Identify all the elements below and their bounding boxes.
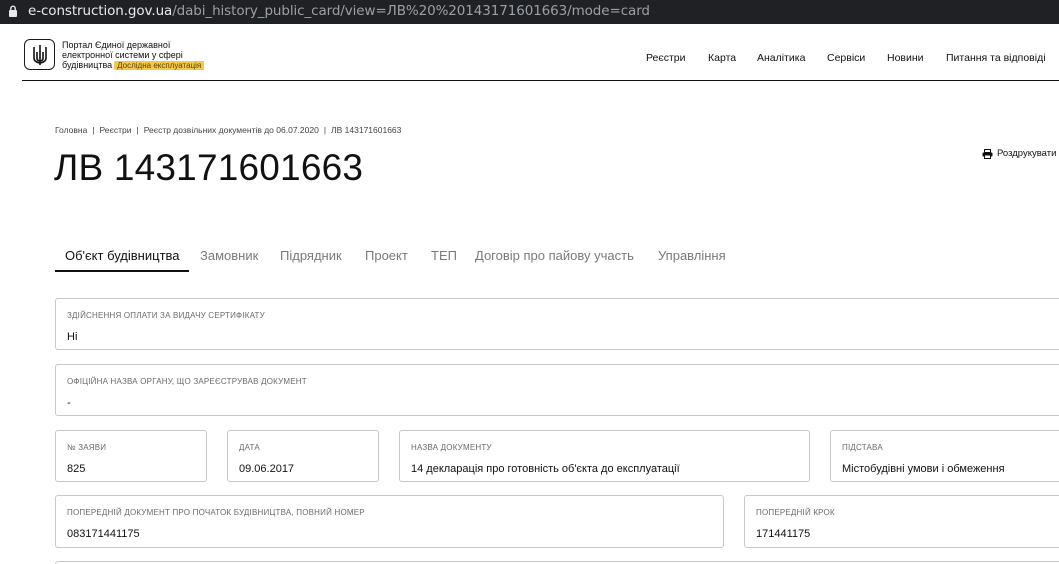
field-document-name: Назва документу 14 декларація про готовн… [399, 430, 810, 482]
field-label: Назва документу [411, 443, 492, 452]
breadcrumb-separator: | [136, 125, 139, 135]
field-value: 083171441175 [67, 528, 140, 540]
tab-contractor[interactable]: Підрядник [280, 244, 342, 268]
nav-item-news[interactable]: Новини [887, 51, 924, 65]
nav-item-map[interactable]: Карта [708, 51, 736, 65]
field-basis: Підстава Містобудівні умови і обмеження [830, 430, 1059, 482]
field-value: 171441175 [756, 528, 811, 540]
breadcrumb-separator: | [92, 125, 95, 135]
breadcrumb-registries[interactable]: Реєстри [100, 125, 132, 135]
field-value: - [67, 397, 71, 409]
field-label: Попередній документ про початок будівниц… [67, 508, 365, 517]
lock-icon [9, 5, 17, 17]
field-label: Підстава [842, 443, 883, 452]
breadcrumb-current: ЛВ 143171601663 [331, 125, 402, 135]
field-value: 14 декларація про готовність об'єкта до … [411, 463, 680, 475]
print-label: Роздрукувати [997, 148, 1057, 159]
field-value: Ні [67, 331, 78, 343]
nav-item-faq[interactable]: Питання та відповіді [946, 51, 1046, 65]
field-label: Офіційна назва органу, що зареєстрував д… [67, 377, 307, 386]
field-label: Дата [239, 443, 260, 452]
tab-tep[interactable]: ТЕП [431, 244, 457, 268]
url-host: e-construction.gov.ua [28, 3, 173, 19]
field-value: 09.06.2017 [239, 463, 295, 475]
field-previous-document: Попередній документ про початок будівниц… [55, 495, 724, 548]
tab-equity-agreement[interactable]: Договір про пайову участь [475, 244, 634, 268]
breadcrumb-separator: | [323, 125, 327, 135]
field-label: Здійснення оплати за видачу сертифікату [67, 311, 265, 320]
nav-item-registries[interactable]: Реєстри [646, 51, 686, 65]
field-label: Попередній крок [756, 508, 835, 517]
url-text[interactable]: e-construction.gov.ua/dabi_history_publi… [28, 2, 650, 20]
printer-icon [982, 148, 993, 159]
print-button[interactable]: Роздрукувати [982, 148, 1056, 159]
breadcrumb-registry[interactable]: Реєстр дозвільних документів до 06.07.20… [144, 125, 319, 135]
portal-name-line1: Портал Єдиної державної [62, 40, 171, 50]
breadcrumb: Головна | Реєстри | Реєстр дозвільних докуме… [55, 124, 401, 136]
field-value: 825 [67, 463, 86, 475]
tab-customer[interactable]: Замовник [200, 244, 258, 268]
active-tab-indicator [55, 270, 189, 272]
field-payment: Здійснення оплати за видачу сертифікату … [55, 298, 1059, 350]
tab-management[interactable]: Управління [658, 244, 726, 268]
field-previous-step: Попередній крок 171441175 [744, 495, 1059, 548]
breadcrumb-home[interactable]: Головна [55, 125, 87, 135]
browser-address-bar[interactable]: e-construction.gov.ua/dabi_history_publi… [0, 0, 1059, 24]
tab-construction-object[interactable]: Об'єкт будівництва [65, 244, 180, 268]
field-date: Дата 09.06.2017 [227, 430, 379, 482]
field-label: № заяви [67, 443, 107, 452]
header-divider [22, 80, 1059, 81]
url-path: /dabi_history_public_card/view=ЛВ%20%201… [172, 3, 650, 19]
nav-item-services[interactable]: Сервіси [827, 51, 865, 65]
field-value: Містобудівні умови і обмеження [842, 463, 1005, 475]
main-nav: Реєстри Карта Аналітика Сервіси Новини П… [0, 51, 1059, 65]
page-title: ЛВ 143171601663 [54, 147, 364, 188]
tab-project[interactable]: Проект [365, 244, 408, 268]
field-application-number: № заяви 825 [55, 430, 207, 482]
nav-item-analytics[interactable]: Аналітика [757, 51, 805, 65]
site-header: Портал Єдиної державної електронної сист… [0, 24, 1059, 81]
field-authority: Офіційна назва органу, що зареєстрував д… [55, 364, 1059, 416]
